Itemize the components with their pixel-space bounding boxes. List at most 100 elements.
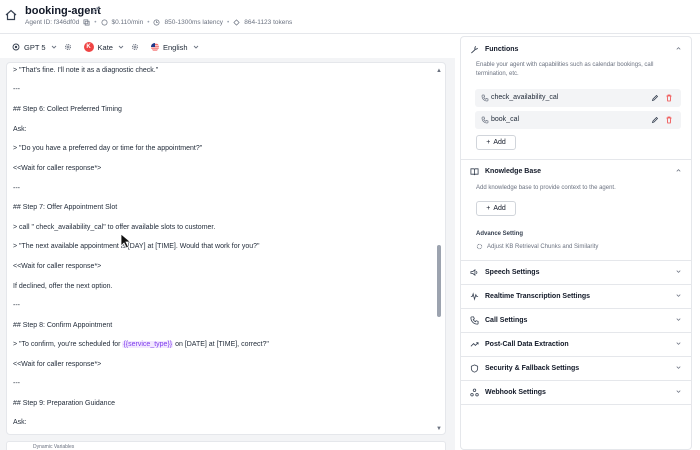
edit-name-icon[interactable] [91,6,100,15]
transcription-settings-title: Realtime Transcription Settings [485,293,591,300]
editor-line: > "Do you have a preferred day or time f… [13,145,203,152]
function-row[interactable]: book_cal [475,111,681,129]
dynamic-variables-bar[interactable]: Dynamic Variables [6,441,446,450]
model-icon [12,43,20,51]
kb-retrieval-label: Adjust KB Retrieval Chunks and Similarit… [487,243,599,250]
latency: 850-1300ms latency [164,19,224,26]
knowledge-base-description: Add knowledge base to provide context to… [476,185,616,191]
editor-line: --- [13,302,20,309]
chevron-up-icon[interactable] [675,45,682,52]
edit-icon[interactable] [651,94,659,102]
knowledge-base-header[interactable]: Knowledge Base [470,167,541,176]
chevron-down-icon [51,45,56,49]
chevron-up-icon[interactable] [675,167,682,174]
call-settings-title: Call Settings [485,317,528,324]
editor-scrollbar[interactable] [437,245,441,317]
webhook-settings-title: Webhook Settings [485,389,546,396]
book-icon [470,168,479,176]
divider [461,356,691,357]
voice-avatar: K [83,42,94,52]
edit-icon[interactable] [651,116,659,124]
plus-icon: + [486,139,491,146]
editor-line: > call " check_availability_cal" to offe… [13,224,216,231]
copy-icon[interactable] [83,19,90,26]
editor-line: ## Step 9: Preparation Guidance [13,400,115,407]
chevron-down-icon [118,45,124,49]
editor-line: If declined, offer the next option. [13,283,113,290]
post-call-extraction-title: Post-Call Data Extraction [485,341,569,348]
agent-id: Agent ID: f346df0d [25,19,80,26]
function-name: book_cal [491,116,520,123]
shield-icon [470,364,479,373]
scroll-down-arrow[interactable]: ▼ [436,426,442,432]
chevron-down-icon[interactable] [675,388,682,395]
chevron-down-icon [193,45,198,49]
home-icon[interactable] [5,9,17,21]
speech-settings-title: Speech Settings [485,269,540,276]
divider [461,308,691,309]
functions-header[interactable]: Functions [470,45,518,54]
function-name: check_availability_cal [491,94,559,101]
webhook-settings-header[interactable]: Webhook Settings [470,388,546,397]
divider [461,284,691,285]
editor-line: <<Wait for caller response*> [13,165,102,172]
prompt-editor[interactable]: > "That's fine. I'll note it as a diagno… [6,62,446,435]
model-settings-gear-icon[interactable] [64,43,72,51]
mouse-cursor-icon [120,233,132,249]
phone-icon [470,316,479,325]
function-row[interactable]: check_availability_cal [475,89,681,107]
header: booking-agent Agent ID: f346df0d • $0.11… [0,0,700,34]
editor-line: ## Step 8: Confirm Appointment [13,322,113,329]
scroll-up-arrow[interactable]: ▲ [436,68,442,74]
service-type-variable: {{service_type}} [122,341,174,348]
add-function-button[interactable]: + Add [476,135,516,150]
chevron-down-icon[interactable] [675,268,682,275]
editor-line: Ask: [13,419,27,426]
divider [461,159,691,160]
chevron-down-icon[interactable] [675,340,682,347]
kb-retrieval-setting[interactable]: Adjust KB Retrieval Chunks and Similarit… [476,243,598,250]
chevron-down-icon[interactable] [675,292,682,299]
editor-line: --- [13,380,20,387]
plus-icon: + [486,205,491,212]
editor-line: <<Wait for caller response*> [13,263,102,270]
chevron-down-icon[interactable] [675,364,682,371]
security-fallback-title: Security & Fallback Settings [485,365,580,372]
add-knowledge-base-button[interactable]: + Add [476,201,516,216]
knowledge-base-title: Knowledge Base [485,168,542,175]
advance-setting-label: Advance Setting [476,231,524,237]
post-call-extraction-header[interactable]: Post-Call Data Extraction [470,340,569,349]
editor-line: Ask: [13,126,27,133]
language-label: English [162,42,188,52]
language-selector[interactable]: English [150,42,200,52]
editor-line-confirm: > "To confirm, you're scheduled for {{se… [13,341,269,348]
transcription-settings-header[interactable]: Realtime Transcription Settings [470,292,590,301]
speech-settings-header[interactable]: Speech Settings [470,268,539,277]
model-label: GPT 5 [24,42,46,52]
voice-settings-gear-icon[interactable] [131,43,139,51]
editor-line: --- [13,86,20,93]
latency-icon [153,19,160,26]
wrench-icon [471,45,479,54]
phone-icon [481,94,489,102]
functions-title: Functions [485,46,519,53]
editor-line: <<Wait for caller response*> [13,361,102,368]
gear-icon [476,243,483,250]
trash-icon[interactable] [665,116,673,124]
waveform-icon [470,292,479,301]
agent-meta: Agent ID: f346df0d • $0.110/min • 850-13… [25,19,293,26]
us-flag-icon [150,43,159,51]
trash-icon[interactable] [665,94,673,102]
cost-icon [101,19,107,26]
security-fallback-header[interactable]: Security & Fallback Settings [470,364,579,373]
editor-line: > "That's fine. I'll note it as a diagno… [13,67,159,74]
call-settings-header[interactable]: Call Settings [470,316,527,325]
chevron-down-icon[interactable] [675,316,682,323]
webhook-icon [470,388,479,397]
settings-panel: Functions Enable your agent with capabil… [460,36,692,450]
agent-name: booking-agent [25,5,101,17]
voice-selector[interactable]: K Kate [83,42,125,52]
model-selector[interactable]: GPT 5 [12,43,58,52]
editor-line: ## Step 6: Collect Preferred Timing [13,106,122,113]
functions-description: Enable your agent with capabilities such… [476,62,654,77]
